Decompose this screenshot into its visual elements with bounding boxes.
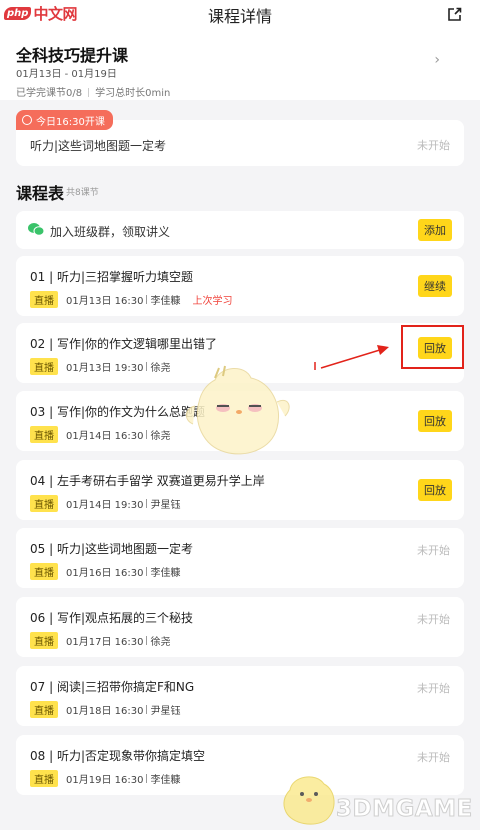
course-summary[interactable]: 全科技巧提升课 01月13日 - 01月19日 已学完课节0/8 学习总时长0mi… — [0, 30, 480, 100]
study-duration: 学习总时长0min — [95, 88, 171, 99]
today-lesson-name: 听力|这些词地图题一定考 — [30, 139, 167, 153]
lesson-time: 01月16日 16:30 — [66, 568, 144, 579]
schedule-title: 课程表 — [16, 184, 65, 203]
lesson-time: 01月13日 16:30 — [66, 296, 144, 307]
lesson-name: 05 | 听力|这些词地图题一定考 — [30, 542, 193, 556]
divider — [146, 295, 148, 304]
live-tag: 直播 — [30, 495, 58, 512]
lesson-card[interactable]: 04 | 左手考研右手留学 双赛道更易升学上岸 直播 01月14日 19:30 尹… — [16, 460, 464, 520]
lesson-status: 未开始 — [417, 751, 450, 764]
lesson-meta: 直播 01月14日 16:30 徐尧 — [30, 426, 170, 443]
lesson-name: 01 | 听力|三招掌握听力填空题 — [30, 270, 193, 284]
lesson-name: 02 | 写作|你的作文逻辑哪里出错了 — [30, 337, 217, 351]
lesson-card[interactable]: 05 | 听力|这些词地图题一定考 直播 01月16日 16:30 李佳糠 未开始 — [16, 528, 464, 588]
lesson-meta: 直播 01月19日 16:30 李佳糠 — [30, 770, 180, 787]
lesson-teacher: 徐尧 — [150, 637, 171, 648]
lesson-name: 07 | 阅读|三招带你搞定F和NG — [30, 680, 195, 694]
top-bar: php 中文网 课程详情 — [0, 0, 480, 30]
lesson-meta: 直播 01月14日 19:30 尹星钰 — [30, 495, 180, 512]
lesson-teacher: 李佳糠 — [150, 568, 181, 579]
live-tag: 直播 — [30, 632, 58, 649]
clock-icon — [22, 115, 32, 125]
lesson-card[interactable]: 01 | 听力|三招掌握听力填空题 直播 01月13日 16:30 李佳糠 上次学… — [16, 256, 464, 316]
divider — [146, 567, 148, 576]
lesson-teacher: 徐尧 — [150, 431, 171, 442]
continue-button[interactable]: 继续 — [418, 275, 452, 297]
highlight-box — [401, 325, 464, 369]
lesson-name: 08 | 听力|否定现象带你搞定填空 — [30, 749, 205, 763]
lesson-teacher: 李佳糠 — [150, 775, 181, 786]
replay-button[interactable]: 回放 — [418, 479, 452, 501]
live-tag: 直播 — [30, 563, 58, 580]
site-logo: php 中文网 — [4, 3, 77, 24]
lesson-time: 01月14日 19:30 — [66, 500, 144, 511]
last-studied-label: 上次学习 — [192, 296, 233, 307]
lesson-meta: 直播 01月16日 16:30 李佳糠 — [30, 563, 180, 580]
replay-button[interactable]: 回放 — [418, 410, 452, 432]
logo-php: php — [4, 7, 32, 20]
divider — [146, 430, 148, 439]
live-tag: 直播 — [30, 426, 58, 443]
completed-count: 已学完课节0/8 — [16, 88, 83, 99]
course-dates: 01月13日 - 01月19日 — [16, 69, 117, 80]
divider — [88, 88, 90, 97]
annotation-arrow — [314, 345, 389, 370]
lesson-time: 01月14日 16:30 — [66, 431, 144, 442]
live-tag: 直播 — [30, 701, 58, 718]
lesson-name: 03 | 写作|你的作文为什么总跑题 — [30, 405, 205, 419]
lesson-teacher: 尹星钰 — [150, 706, 181, 717]
wechat-label: 加入班级群，领取讲义 — [50, 225, 171, 239]
lesson-teacher: 徐尧 — [150, 363, 171, 374]
wechat-icon — [28, 223, 44, 236]
share-icon[interactable] — [447, 7, 462, 22]
lesson-time: 01月13日 19:30 — [66, 363, 144, 374]
watermark-mascot — [283, 776, 335, 825]
course-title: 全科技巧提升课 — [16, 46, 129, 65]
lesson-name: 06 | 写作|观点拓展的三个秘技 — [30, 611, 193, 625]
lesson-name: 04 | 左手考研右手留学 双赛道更易升学上岸 — [30, 474, 265, 488]
lesson-card[interactable]: 08 | 听力|否定现象带你搞定填空 直播 01月19日 16:30 李佳糠 未开… — [16, 735, 464, 795]
divider — [146, 362, 148, 371]
lesson-teacher: 尹星钰 — [150, 500, 181, 511]
divider — [146, 499, 148, 508]
lesson-time: 01月19日 16:30 — [66, 775, 144, 786]
schedule-count: 共8课节 — [66, 188, 99, 198]
mascot-image — [186, 365, 290, 455]
lesson-time: 01月18日 16:30 — [66, 706, 144, 717]
lesson-teacher: 李佳糠 — [150, 296, 181, 307]
lesson-card[interactable]: 06 | 写作|观点拓展的三个秘技 直播 01月17日 16:30 徐尧 未开始 — [16, 597, 464, 657]
live-tag: 直播 — [30, 358, 58, 375]
lesson-status: 未开始 — [417, 682, 450, 695]
lesson-meta: 直播 01月13日 16:30 李佳糠 上次学习 — [30, 291, 232, 308]
lesson-meta: 直播 01月17日 16:30 徐尧 — [30, 632, 170, 649]
live-tag: 直播 — [30, 770, 58, 787]
today-badge: 今日16:30开课 — [16, 110, 113, 130]
lesson-card[interactable]: 07 | 阅读|三招带你搞定F和NG 直播 01月18日 16:30 尹星钰 未开… — [16, 666, 464, 726]
lesson-status: 未开始 — [417, 613, 450, 626]
course-stats: 已学完课节0/8 学习总时长0min — [16, 84, 170, 99]
chevron-right-icon[interactable]: › — [434, 52, 440, 68]
lesson-meta: 直播 01月18日 16:30 尹星钰 — [30, 701, 180, 718]
wechat-group-row: 加入班级群，领取讲义 添加 — [16, 211, 464, 249]
watermark-text: 3DMGAME — [336, 796, 473, 823]
today-status: 未开始 — [417, 139, 450, 152]
live-tag: 直播 — [30, 291, 58, 308]
lesson-time: 01月17日 16:30 — [66, 637, 144, 648]
divider — [146, 636, 148, 645]
today-badge-label: 今日16:30开课 — [36, 116, 105, 128]
lesson-meta: 直播 01月13日 19:30 徐尧 — [30, 358, 170, 375]
divider — [146, 774, 148, 783]
lesson-status: 未开始 — [417, 544, 450, 557]
add-group-button[interactable]: 添加 — [418, 219, 452, 241]
divider — [146, 705, 148, 714]
logo-text: 中文网 — [33, 5, 77, 23]
page-title: 课程详情 — [207, 7, 272, 26]
